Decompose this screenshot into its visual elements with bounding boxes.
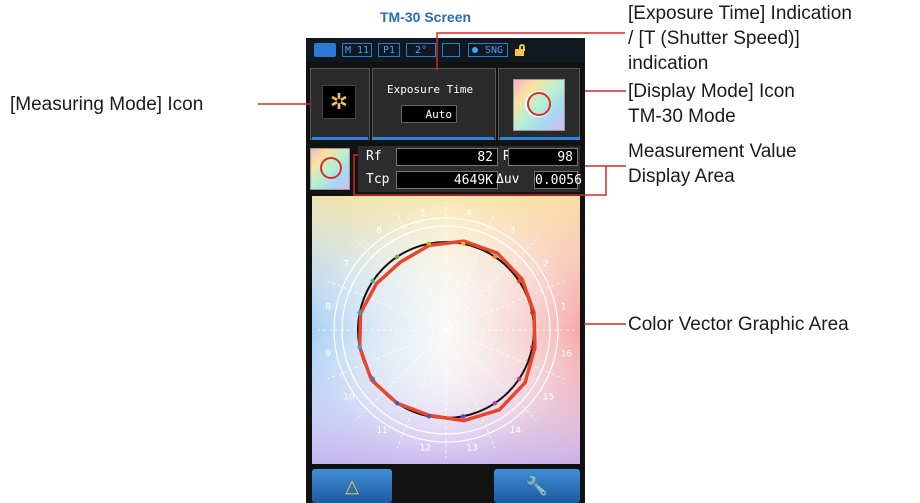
callout-leaders [258,32,626,325]
